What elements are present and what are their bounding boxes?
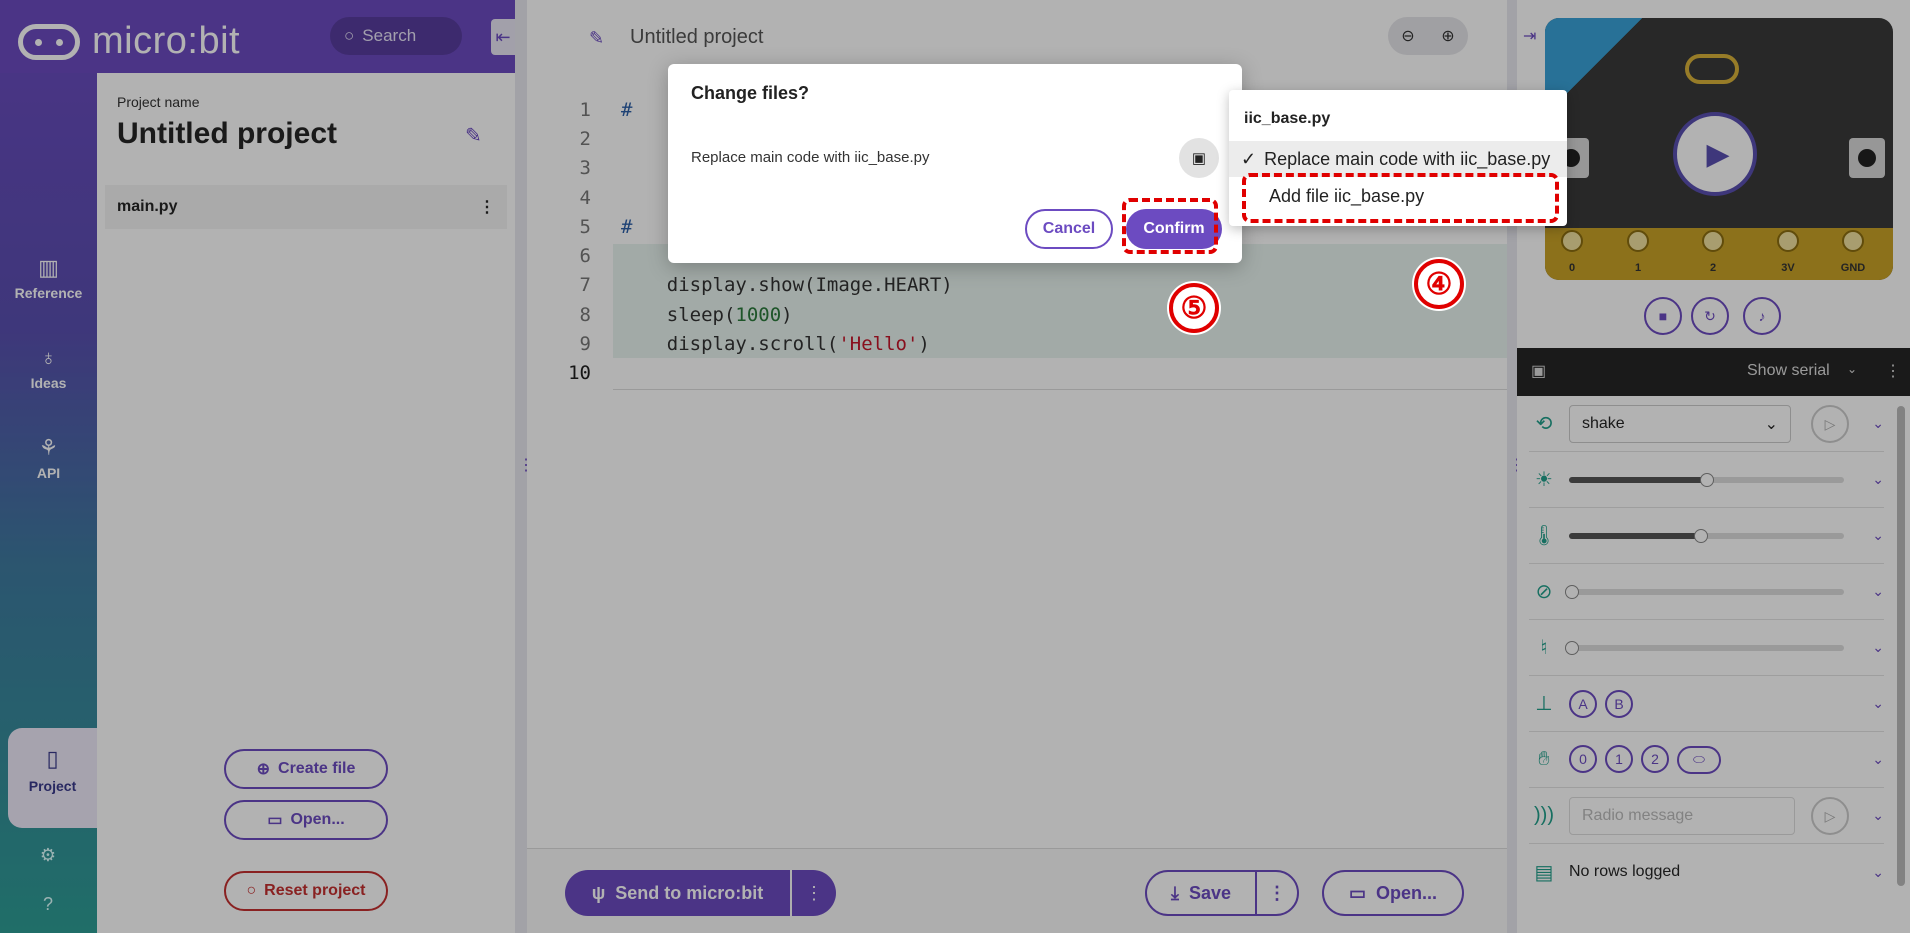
highlight-add-file (1242, 173, 1559, 223)
menu-item-replace-label: Replace main code with iic_base.py (1264, 148, 1551, 169)
cancel-button[interactable]: Cancel (1025, 209, 1113, 249)
file-action-icon[interactable]: ▣ (1179, 138, 1219, 178)
menu-heading: iic_base.py (1244, 110, 1331, 127)
dialog-message: Replace main code with iic_base.py (691, 149, 930, 166)
dialog-title: Change files? (691, 83, 810, 103)
checkmark-icon: ✓ (1241, 148, 1257, 169)
highlight-confirm (1122, 198, 1218, 254)
step-badge-5: ⑤ (1169, 283, 1219, 333)
menu-item-replace[interactable]: ✓ Replace main code with iic_base.py (1229, 141, 1567, 177)
step-badge-4: ④ (1414, 259, 1464, 309)
